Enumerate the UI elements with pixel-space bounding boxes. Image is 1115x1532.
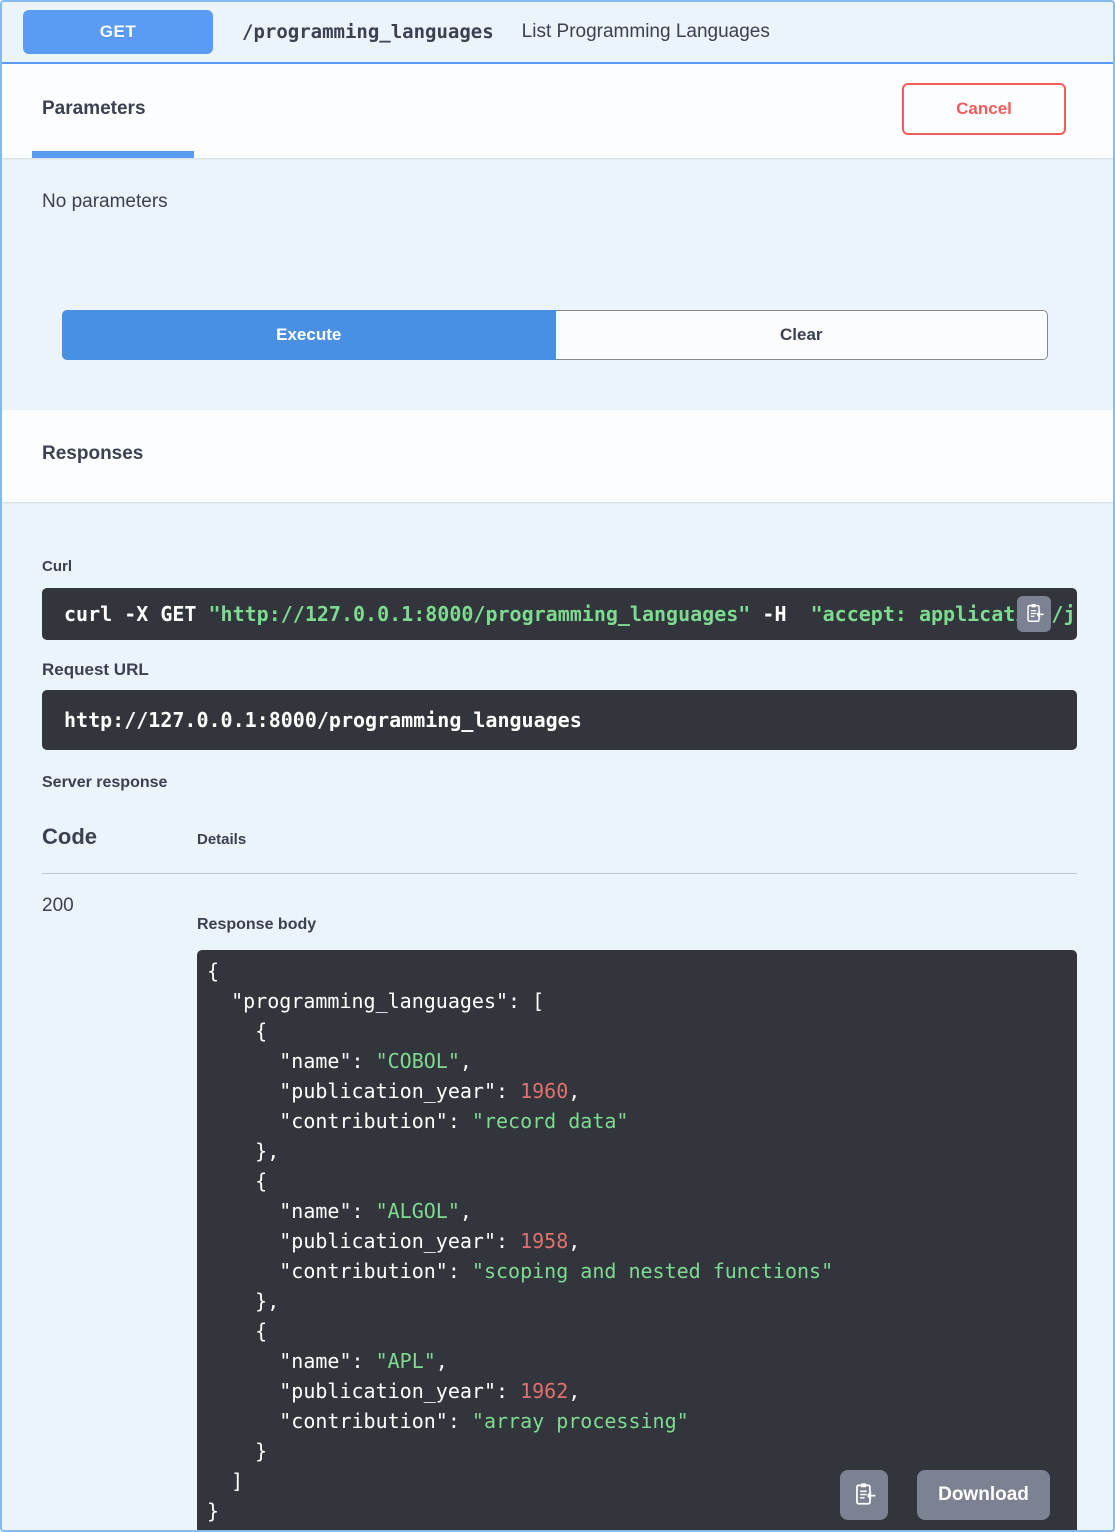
request-url-label: Request URL [42, 660, 149, 679]
curl-label: Curl [42, 558, 72, 575]
copy-to-clipboard-icon [1023, 602, 1045, 627]
copy-response-button[interactable] [840, 1470, 888, 1520]
responses-header-band: Responses [2, 410, 1113, 502]
curl-command-code: curl -X GET "http://127.0.0.1:8000/progr… [64, 602, 1077, 626]
cancel-button[interactable]: Cancel [902, 83, 1066, 135]
responses-title: Responses [42, 443, 144, 464]
no-parameters-text: No parameters [42, 191, 168, 212]
request-url-value: http://127.0.0.1:8000/programming_langua… [64, 708, 582, 732]
copy-to-clipboard-icon [851, 1481, 877, 1510]
copy-curl-button[interactable] [1017, 596, 1051, 632]
execute-button[interactable]: Execute [62, 310, 556, 360]
operation-summary[interactable]: GET /programming_languages List Programm… [2, 2, 1113, 64]
table-divider [42, 873, 1077, 874]
parameters-header-band: Parameters Cancel [2, 64, 1113, 158]
request-url-block: http://127.0.0.1:8000/programming_langua… [42, 690, 1077, 750]
execute-button-group: Execute Clear [62, 310, 1048, 360]
response-body-block: { "programming_languages": [ { "name": "… [197, 950, 1077, 1530]
responses-body: Curl curl -X GET "http://127.0.0.1:8000/… [2, 502, 1113, 1530]
tab-parameters[interactable]: Parameters [42, 98, 146, 120]
details-column-header: Details [197, 831, 247, 848]
code-column-header: Code [42, 824, 97, 849]
operation-path: /programming_languages [242, 21, 494, 43]
http-method-badge: GET [23, 10, 213, 54]
server-response-label: Server response [42, 774, 168, 791]
status-code: 200 [42, 895, 74, 916]
active-tab-underline [32, 151, 194, 158]
operation-block-get: GET /programming_languages List Programm… [0, 0, 1115, 1532]
download-button[interactable]: Download [917, 1470, 1050, 1520]
response-body-label: Response body [197, 916, 317, 933]
curl-command-block: curl -X GET "http://127.0.0.1:8000/progr… [42, 588, 1077, 640]
response-body-code: { "programming_languages": [ { "name": "… [207, 959, 834, 1523]
operation-summary-text: List Programming Languages [521, 21, 770, 42]
clear-button[interactable]: Clear [555, 310, 1048, 360]
parameters-body: No parameters Execute Clear [2, 158, 1113, 410]
